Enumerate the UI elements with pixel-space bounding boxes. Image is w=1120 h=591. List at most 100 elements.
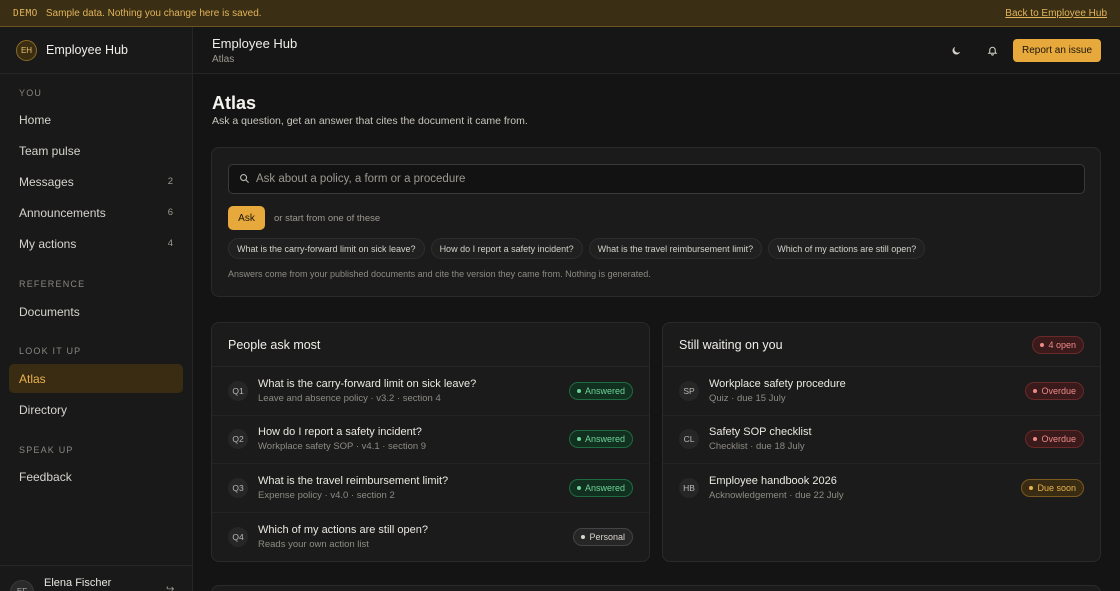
ask-hint: or start from one of these: [274, 213, 381, 224]
status-badge: Due soon: [1021, 479, 1084, 498]
next-card-peek: [211, 585, 1101, 591]
status-dot: [576, 437, 581, 442]
list-item[interactable]: Q1 What is the carry-forward limit on si…: [212, 367, 649, 416]
status-label: Answered: [584, 385, 625, 396]
waiting-actions-card: Still waiting on you 4 open SP Workplace…: [662, 322, 1101, 562]
row-source: Leave and absence policy · v3.2 · sectio…: [258, 392, 441, 404]
sidebar-item-announcements[interactable]: Announcements 6: [9, 198, 183, 227]
status-label: Due soon: [1037, 483, 1076, 494]
sidebar-item-my-actions[interactable]: My actions 4: [9, 229, 183, 258]
row-source: Reads your own action list: [258, 538, 369, 550]
status-badge: Answered: [568, 381, 633, 400]
main-content: Atlas Ask a question, get an answer that…: [193, 74, 1120, 591]
sidebar-item-messages[interactable]: Messages 2: [9, 167, 183, 196]
sidebar-item-documents[interactable]: Documents: [9, 297, 183, 326]
status-label: Answered: [584, 434, 625, 445]
status-badge: Personal: [573, 527, 633, 546]
ask-card: Ask or start from one of these What is t…: [211, 147, 1101, 297]
sidebar-item-label: Announcements: [19, 205, 106, 220]
suggestion-chip[interactable]: How do I report a safety incident?: [430, 238, 583, 259]
row-title: How do I report a safety incident?: [258, 426, 422, 439]
sign-out-icon[interactable]: ↪: [166, 584, 174, 591]
back-to-hub-link[interactable]: Back to Employee Hub: [1005, 8, 1107, 19]
row-title: What is the travel reimbursement limit?: [258, 474, 449, 487]
ask-button[interactable]: Ask: [228, 206, 265, 230]
question-code: Q1: [228, 380, 248, 401]
sidebar-item-atlas[interactable]: Atlas: [9, 364, 183, 393]
messages-count: 2: [167, 176, 173, 187]
item-code: HB: [679, 478, 699, 499]
suggestion-chips: What is the carry-forward limit on sick …: [228, 238, 926, 259]
search-input[interactable]: [256, 173, 1074, 185]
list-item[interactable]: SP Workplace safety procedure Quiz · due …: [663, 367, 1100, 416]
suggestion-chip[interactable]: Which of my actions are still open?: [768, 238, 926, 259]
sidebar-item-label: My actions: [19, 236, 77, 251]
demo-banner: DEMO Sample data. Nothing you change her…: [0, 0, 1120, 27]
search-box[interactable]: [228, 164, 1085, 194]
status-dot: [576, 388, 581, 393]
brand-logo: EH: [16, 39, 37, 61]
suggestion-chip[interactable]: What is the carry-forward limit on sick …: [228, 238, 425, 259]
sidebar-item-label: Home: [19, 112, 52, 127]
ask-footnote: Answers come from your published documen…: [228, 269, 651, 279]
page-title: Atlas: [212, 93, 257, 113]
sidebar-item-label: Documents: [19, 304, 80, 319]
row-due: Acknowledgement · due 22 July: [709, 490, 844, 502]
question-code: Q4: [228, 526, 248, 547]
nav-section-you: YOU: [19, 88, 43, 98]
sidebar-item-home[interactable]: Home: [9, 105, 183, 134]
status-badge: Overdue: [1025, 381, 1084, 400]
brand[interactable]: EH Employee Hub: [0, 27, 192, 74]
sidebar-item-team-pulse[interactable]: Team pulse: [9, 136, 183, 165]
list-item[interactable]: Q2 How do I report a safety incident? Wor…: [212, 416, 649, 464]
row-due: Checklist · due 18 July: [709, 441, 805, 453]
suggestion-chip[interactable]: What is the travel reimbursement limit?: [588, 238, 763, 259]
demo-message: Sample data. Nothing you change here is …: [45, 7, 262, 19]
open-count-label: 4 open: [1048, 339, 1076, 350]
status-label: Overdue: [1041, 434, 1076, 445]
status-label: Overdue: [1041, 385, 1076, 396]
sidebar-item-feedback[interactable]: Feedback: [9, 462, 183, 491]
nav-section-reference: REFERENCE: [19, 279, 86, 289]
list-item[interactable]: HB Employee handbook 2026 Acknowledgement…: [663, 464, 1100, 513]
status-dot: [576, 485, 581, 490]
breadcrumb: Atlas: [212, 54, 235, 65]
sidebar-item-directory[interactable]: Directory: [9, 395, 183, 424]
row-due: Quiz · due 15 July: [709, 392, 786, 404]
sidebar-item-label: Messages: [19, 174, 74, 189]
report-issue-button[interactable]: Report an issue: [1013, 39, 1101, 62]
sidebar-item-label: Atlas: [19, 371, 46, 386]
status-dot: [1033, 437, 1038, 442]
list-item[interactable]: CL Safety SOP checklist Checklist · due 1…: [663, 416, 1100, 464]
announcements-count: 6: [167, 207, 173, 218]
card-title: People ask most: [212, 323, 649, 367]
my-actions-count: 4: [167, 238, 173, 249]
sidebar-item-label: Directory: [19, 402, 68, 417]
sidebar-item-label: Feedback: [19, 469, 72, 484]
status-badge: Answered: [568, 478, 633, 497]
brand-name: Employee Hub: [46, 43, 128, 57]
status-label: Answered: [584, 482, 625, 493]
status-dot: [1029, 486, 1034, 491]
user-profile[interactable]: EF Elena Fischer ↪: [0, 565, 192, 591]
card-title: Still waiting on you: [679, 337, 783, 352]
sidebar-item-label: Team pulse: [19, 143, 81, 158]
status-dot: [1040, 342, 1045, 347]
row-source: Workplace safety SOP · v4.1 · section 9: [258, 441, 427, 453]
item-code: CL: [679, 429, 699, 450]
header-title: Employee Hub: [212, 36, 298, 51]
row-title: Workplace safety procedure: [709, 377, 846, 390]
question-code: Q3: [228, 477, 248, 498]
popular-questions-card: People ask most Q1 What is the carry-for…: [211, 322, 650, 562]
list-item[interactable]: Q4 Which of my actions are still open? Re…: [212, 513, 649, 562]
bell-icon[interactable]: [983, 41, 1001, 59]
search-icon: [239, 172, 250, 187]
row-source: Expense policy · v4.0 · section 2: [258, 489, 395, 501]
moon-icon[interactable]: [947, 41, 965, 59]
status-label: Personal: [589, 531, 625, 542]
item-code: SP: [679, 380, 699, 401]
avatar: EF: [10, 580, 34, 591]
list-item[interactable]: Q3 What is the travel reimbursement limi…: [212, 464, 649, 513]
nav-section-speak-up: SPEAK UP: [19, 445, 74, 455]
header: Employee Hub Atlas Report an issue: [193, 27, 1120, 74]
